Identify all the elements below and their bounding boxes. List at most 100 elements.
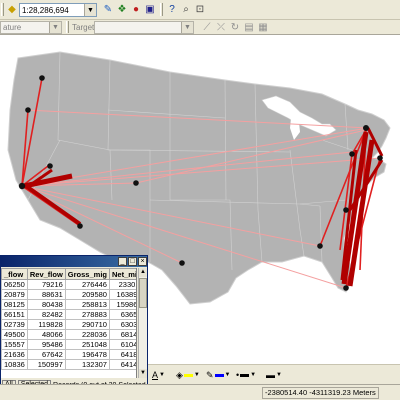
table-header-row: _flow Rev_flow Gross_mig Net_mig — [1, 268, 136, 280]
attributes-icon[interactable]: ▤ — [242, 21, 256, 35]
arccatalog-icon[interactable]: ❖ — [115, 3, 129, 17]
scroll-down-icon[interactable]: ▼ — [139, 369, 147, 378]
table-cell: 88631 — [26, 289, 66, 300]
fill-color-swatch — [183, 373, 193, 377]
chevron-down-icon[interactable]: ▼ — [159, 372, 165, 378]
table-cell: 132307 — [64, 359, 110, 370]
table-cell: 66151 — [1, 309, 28, 320]
sketch-tool-icon[interactable]: ⟋ — [200, 21, 214, 35]
table-row[interactable]: 06250792162764462330.2 — [1, 279, 136, 290]
window-title-bar[interactable]: _ □ × — [1, 256, 147, 267]
fill-color-button[interactable]: ◈ ▼ — [176, 368, 200, 382]
font-color-button[interactable]: A ▼ — [152, 368, 165, 382]
table-cell: 49500 — [1, 329, 28, 340]
table-cell: 63659 — [108, 309, 136, 320]
chevron-down-icon[interactable]: ▼ — [194, 372, 200, 378]
chevron-down-icon[interactable]: ▼ — [49, 22, 61, 33]
marker-color-button[interactable]: • ▼ — [236, 368, 256, 382]
table-cell: 209580 — [64, 289, 110, 300]
vertical-scrollbar[interactable]: ▲ ▼ — [138, 268, 147, 378]
node-sacramento — [47, 163, 53, 169]
table-row[interactable]: 155579548625104861048 — [1, 339, 136, 350]
map-scale-combo[interactable]: 1:28,286,694 ▼ — [19, 3, 97, 17]
column-header[interactable]: Gross_mig — [64, 268, 110, 280]
table-cell: 82482 — [26, 309, 66, 320]
toolbar-grip[interactable] — [66, 21, 69, 33]
table-row[interactable]: 0273911982829071063030 — [1, 319, 136, 330]
chevron-down-icon[interactable]: ▼ — [276, 372, 282, 378]
table-cell: 150997 — [26, 359, 66, 370]
table-row[interactable]: 216366764219647864184 — [1, 349, 136, 360]
magnifier-icon[interactable]: ⌕ — [179, 3, 193, 17]
node-new-york — [377, 155, 383, 161]
layer-combo[interactable]: ature ▼ — [0, 21, 62, 34]
column-header[interactable]: Net_mig — [108, 268, 136, 280]
table-row[interactable]: 2087988631209580163895 — [1, 289, 136, 300]
zoom-box-icon[interactable]: ⊡ — [193, 3, 207, 17]
node-pittsburgh — [349, 151, 355, 157]
layer-combo-value: ature — [3, 23, 22, 32]
chevron-down-icon[interactable]: ▼ — [250, 372, 256, 378]
node-denver — [133, 180, 139, 186]
target-combo[interactable]: ▼ — [94, 21, 194, 34]
node-los-angeles — [77, 223, 83, 229]
shadow-color-button[interactable]: ▬ ▼ — [266, 368, 282, 382]
chevron-down-icon[interactable]: ▼ — [181, 22, 193, 33]
marker-icon: • — [236, 370, 240, 380]
table-cell: 258813 — [64, 299, 110, 310]
table-cell: 61048 — [108, 339, 136, 350]
table-cell: 10836 — [1, 359, 28, 370]
column-header[interactable]: Rev_flow — [26, 268, 66, 280]
node-houston — [179, 260, 185, 266]
status-bar: -2380514.40 -4311319.23 Meters — [0, 384, 400, 400]
editor-icon[interactable]: ✎ — [101, 3, 115, 17]
rotate-tool-icon[interactable]: ↻ — [228, 21, 242, 35]
table-cell: 95486 — [26, 339, 66, 350]
toolbar-grip[interactable] — [1, 3, 4, 16]
arctoolbox-icon[interactable]: ● — [129, 3, 143, 17]
node-atlanta — [317, 243, 323, 249]
line-color-button[interactable]: ✎ ▼ — [206, 368, 231, 382]
toolbar-grip[interactable] — [160, 3, 163, 16]
table-row[interactable]: 0812580438258813159867 — [1, 299, 136, 310]
table-cell: 21636 — [1, 349, 28, 360]
table-cell: 79216 — [26, 279, 66, 290]
table-cell: 251048 — [64, 339, 110, 350]
table-row[interactable]: 495004806622803668148 — [1, 329, 136, 340]
line-color-swatch — [214, 373, 224, 377]
table-cell: 20879 — [1, 289, 28, 300]
chevron-down-icon[interactable]: ▼ — [225, 372, 231, 378]
table-cell: 63030 — [108, 319, 136, 330]
table-cell: 196478 — [64, 349, 110, 360]
node-raleigh — [343, 207, 349, 213]
scroll-thumb[interactable] — [139, 278, 147, 308]
table-cell: 278883 — [64, 309, 110, 320]
table-cell: 276446 — [64, 279, 110, 290]
node-tampa — [343, 285, 349, 291]
drawing-toolbar: A ▼ ◈ ▼ ✎ ▼ • ▼ ▬ ▼ — [148, 364, 400, 384]
editor-toolbar: ature ▼ Target: ▼ ⟋ ⤫ ↻ ▤ ▦ — [0, 20, 400, 35]
split-tool-icon[interactable]: ⤫ — [214, 21, 228, 35]
node-portland — [25, 107, 31, 113]
table-cell: 64148 — [108, 359, 136, 370]
sketch-properties-icon[interactable]: ▦ — [256, 21, 270, 35]
minimize-icon[interactable]: _ — [118, 257, 127, 266]
attribute-grid: _flow Rev_flow Gross_mig Net_mig 0625079… — [1, 268, 137, 378]
command-line-icon[interactable]: ▣ — [143, 3, 157, 17]
table-cell: 228036 — [64, 329, 110, 340]
whats-this-icon[interactable]: ? — [165, 3, 179, 17]
scroll-up-icon[interactable]: ▲ — [139, 268, 147, 277]
line-color-icon: ✎ — [206, 369, 214, 380]
table-cell: 15557 — [1, 339, 28, 350]
chevron-down-icon[interactable]: ▼ — [84, 4, 96, 16]
paint-bucket-icon: ◈ — [176, 369, 183, 380]
shadow-icon: ▬ — [266, 370, 275, 380]
map-scale-value: 1:28,286,694 — [22, 5, 69, 15]
table-row[interactable]: 661518248227888363659 — [1, 309, 136, 320]
node-boston — [363, 125, 369, 131]
maximize-icon[interactable]: □ — [128, 257, 137, 266]
add-data-icon[interactable]: ◆ — [5, 3, 19, 17]
table-row[interactable]: 1083615099713230764148 — [1, 359, 136, 370]
column-header[interactable]: _flow — [1, 268, 28, 280]
close-icon[interactable]: × — [138, 257, 147, 266]
